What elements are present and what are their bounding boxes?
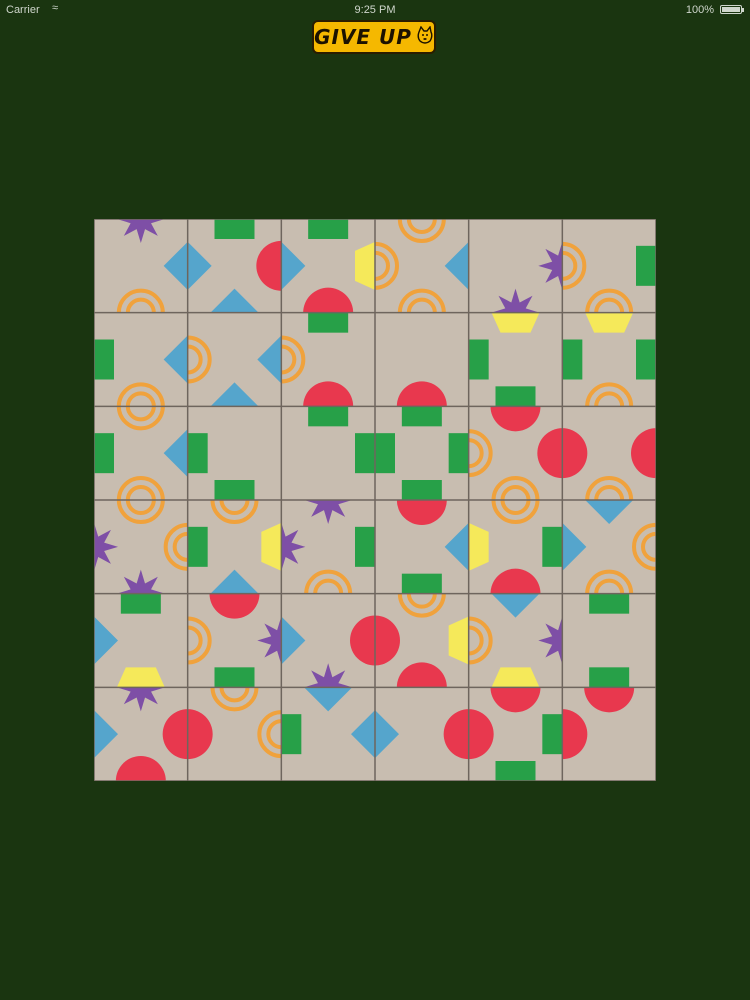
green-rect-half xyxy=(281,714,302,755)
tile[interactable] xyxy=(94,687,188,781)
tile[interactable] xyxy=(187,312,282,407)
tile[interactable] xyxy=(562,687,656,781)
tile[interactable] xyxy=(281,500,376,594)
green-rect-half xyxy=(401,480,442,500)
tile[interactable] xyxy=(94,406,188,501)
tile[interactable] xyxy=(281,219,376,313)
green-rect-half xyxy=(308,406,349,427)
tile[interactable] xyxy=(187,499,282,594)
green-rect-half xyxy=(542,526,563,567)
green-rect-half xyxy=(468,339,489,380)
tile[interactable] xyxy=(375,500,469,594)
green-rect-half xyxy=(495,761,536,781)
green-rect-half xyxy=(375,433,396,474)
green-rect-half xyxy=(120,593,161,614)
puzzle-board xyxy=(94,219,656,781)
green-rect-half xyxy=(187,433,208,474)
green-rect-half xyxy=(94,433,114,474)
tile[interactable] xyxy=(187,406,282,500)
tile[interactable] xyxy=(94,219,188,313)
green-rect-half xyxy=(589,667,630,688)
green-rect-half xyxy=(589,593,630,614)
green-rect-half xyxy=(187,526,208,567)
tile[interactable] xyxy=(94,312,188,407)
give-up-button[interactable]: GIVE UP xyxy=(312,20,436,54)
tile[interactable] xyxy=(562,219,656,313)
tile[interactable] xyxy=(375,687,469,781)
green-rect-half xyxy=(448,433,469,474)
green-rect-half xyxy=(401,573,442,594)
tile[interactable] xyxy=(468,593,563,688)
tile[interactable] xyxy=(468,219,563,313)
give-up-label: GIVE UP xyxy=(314,25,412,49)
tile[interactable] xyxy=(187,593,282,688)
green-rect-half xyxy=(636,245,656,286)
tile[interactable] xyxy=(562,406,656,501)
tile[interactable] xyxy=(281,406,376,500)
green-rect-half xyxy=(636,339,656,380)
tile[interactable] xyxy=(375,406,469,500)
tile[interactable] xyxy=(468,687,563,781)
tile[interactable] xyxy=(187,219,282,313)
green-rect-half xyxy=(495,386,536,407)
tile[interactable] xyxy=(375,593,469,688)
green-rect-half xyxy=(94,339,114,380)
status-time: 9:25 PM xyxy=(354,4,396,16)
tile[interactable] xyxy=(468,312,563,407)
tile[interactable] xyxy=(281,687,376,781)
tile[interactable] xyxy=(94,499,188,594)
green-rect-half xyxy=(542,714,563,755)
green-rect-half xyxy=(401,406,442,427)
tile[interactable] xyxy=(281,312,375,407)
green-rect-half xyxy=(308,312,349,333)
tile[interactable] xyxy=(468,499,563,594)
battery-icon xyxy=(720,5,744,14)
tile[interactable] xyxy=(281,593,375,688)
cat-icon xyxy=(417,26,433,44)
tile[interactable] xyxy=(562,312,656,407)
green-rect-half xyxy=(562,339,583,380)
green-rect-half xyxy=(214,480,255,500)
tile[interactable] xyxy=(468,406,563,501)
green-rect-half xyxy=(214,219,255,239)
status-bar: Carrier ≈ 9:25 PM 100% xyxy=(0,0,750,20)
green-rect-half xyxy=(214,667,255,688)
green-rect-half xyxy=(308,219,349,239)
tile[interactable] xyxy=(375,312,469,407)
green-rect-half xyxy=(355,526,376,567)
green-rect-half xyxy=(355,433,376,474)
tile[interactable] xyxy=(187,687,282,781)
tile[interactable] xyxy=(94,593,188,688)
battery-percent: 100% xyxy=(685,4,714,16)
tile[interactable] xyxy=(562,593,656,688)
tile[interactable] xyxy=(374,219,469,313)
tile[interactable] xyxy=(562,500,656,594)
